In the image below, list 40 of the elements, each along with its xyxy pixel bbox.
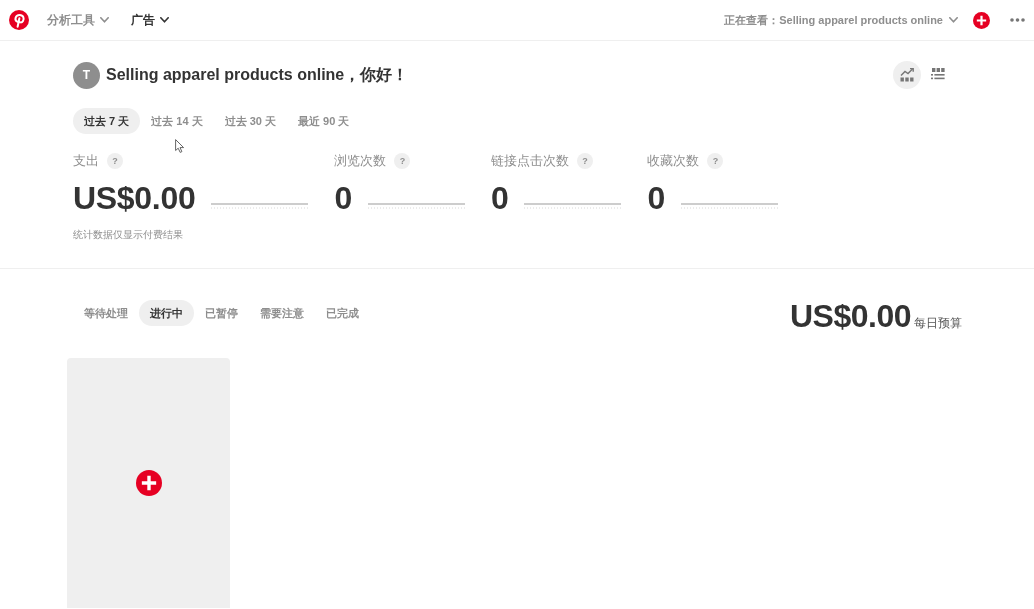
plus-icon — [973, 11, 990, 29]
status-tab[interactable]: 已暂停 — [194, 300, 249, 326]
nav-menu[interactable]: 分析工具 — [47, 5, 109, 35]
metric-value: US$0.00 — [73, 180, 196, 216]
plus-icon — [135, 470, 162, 496]
metric-label: 支出 — [73, 152, 99, 170]
metric-label: 浏览次数 — [334, 152, 387, 170]
date-range-tab[interactable]: 过去 7 天 — [73, 108, 141, 134]
metric-value: 0 — [647, 180, 665, 216]
avatar: T — [73, 61, 100, 89]
metric-label: 链接点击次数 — [490, 152, 569, 170]
chevron-icon — [949, 17, 958, 23]
date-range-tab[interactable]: 过去 14 天 — [140, 108, 214, 134]
metric-label: 收藏次数 — [647, 152, 700, 170]
greeting-title: Selling apparel products online，你好！ — [106, 64, 409, 85]
date-range-tab[interactable]: 过去 30 天 — [213, 108, 287, 134]
date-range-tab[interactable]: 最近 90 天 — [286, 108, 361, 134]
chevron-icon — [160, 17, 169, 23]
logo-icon — [9, 10, 29, 30]
chevron-icon — [100, 17, 109, 23]
status-tab[interactable]: 已完成 — [315, 300, 370, 326]
help-button[interactable]: ? — [707, 153, 724, 169]
metric-value: 0 — [334, 180, 352, 216]
budget-label: 每日预算 — [914, 315, 962, 332]
nav-menu[interactable]: 广告 — [131, 5, 169, 35]
account-switcher[interactable]: 正在查看：Selling apparel products online — [724, 5, 958, 35]
status-tab[interactable]: 等待处理 — [73, 300, 139, 326]
footnote-text: 统计数据仅显示付费结果 — [73, 228, 184, 242]
status-tab[interactable]: 需要注意 — [249, 300, 315, 326]
trend-chart-icon — [900, 68, 914, 82]
budget-amount: US$0.00 — [789, 297, 911, 336]
status-tab[interactable]: 进行中 — [139, 300, 194, 326]
more-icon — [1010, 18, 1025, 22]
help-button[interactable]: ? — [107, 153, 123, 169]
mouse-pointer-icon — [175, 139, 185, 153]
help-button[interactable]: ? — [576, 153, 593, 169]
grid-list-icon — [931, 68, 945, 82]
help-button[interactable]: ? — [394, 153, 411, 169]
chart-view-button[interactable] — [893, 61, 921, 89]
metric-value: 0 — [490, 180, 509, 216]
